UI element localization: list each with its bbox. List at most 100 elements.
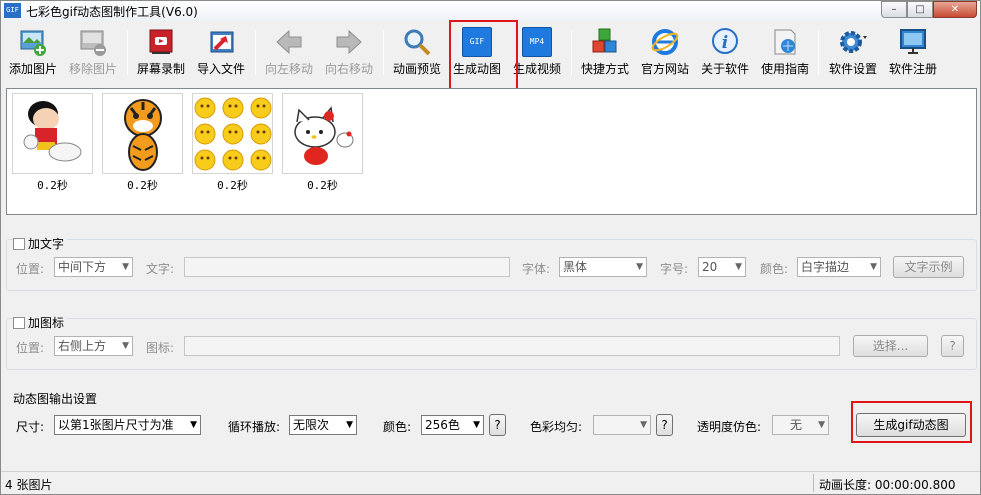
output-settings-title: 动态图输出设置 xyxy=(13,392,98,406)
chevron-down-icon: ▼ xyxy=(122,341,129,351)
text-position-select[interactable]: 中间下方 ▼ xyxy=(54,257,133,277)
arrow-left-icon xyxy=(276,29,302,55)
thumbnail-3[interactable] xyxy=(192,93,273,174)
color-balance-label: 色彩均匀: xyxy=(530,420,583,434)
import-file-button[interactable]: 导入文件 xyxy=(195,25,247,81)
toolbar-separator xyxy=(127,31,128,75)
icon-help-button[interactable]: ? xyxy=(941,335,964,357)
emoji-faces-image xyxy=(194,97,272,171)
crayon-shin-chan-image xyxy=(23,101,82,162)
screen-record-icon xyxy=(149,29,173,54)
font-size-label: 字号: xyxy=(660,262,689,276)
generate-video-button[interactable]: MP4 生成视频 xyxy=(511,25,563,81)
preview-button[interactable]: 动画预览 xyxy=(391,25,443,81)
transparency-select[interactable]: 无 ▼ xyxy=(772,415,829,435)
output-color-select[interactable]: 256色 ▼ xyxy=(421,415,484,435)
arrow-right-icon xyxy=(336,29,362,55)
gear-icon xyxy=(840,31,867,53)
thumbnail-2[interactable] xyxy=(102,93,183,174)
about-button[interactable]: i 关于软件 xyxy=(699,25,751,81)
image-count-status: 4 张图片 xyxy=(5,478,53,492)
text-position-label: 位置: xyxy=(16,262,45,276)
move-left-button[interactable]: 向左移动 xyxy=(263,25,315,81)
toolbar-label: 添加图片 xyxy=(8,62,57,76)
toolbar-label: 导入文件 xyxy=(196,62,245,76)
toolbar-label: 官方网站 xyxy=(640,62,689,76)
toolbar-separator xyxy=(818,31,819,75)
toolbar-label: 屏幕录制 xyxy=(136,62,185,76)
thumbnail-1[interactable] xyxy=(12,93,93,174)
icon-path-input[interactable] xyxy=(184,336,840,356)
text-content-input[interactable] xyxy=(184,257,510,277)
text-color-value: 白字描边 xyxy=(801,260,850,274)
toolbar-label: 软件注册 xyxy=(888,62,937,76)
font-value: 黑体 xyxy=(563,260,588,274)
minimize-button[interactable]: – xyxy=(881,1,907,18)
chevron-down-icon: ▼ xyxy=(640,420,647,430)
toolbar-label: 使用指南 xyxy=(760,62,809,76)
shortcut-button[interactable]: 快捷方式 xyxy=(579,25,631,81)
text-position-value: 中间下方 xyxy=(58,260,107,274)
settings-button[interactable]: 软件设置 xyxy=(825,25,881,81)
toolbar-label: 向左移动 xyxy=(264,62,313,76)
magnifier-icon xyxy=(404,29,431,56)
output-color-value: 256色 xyxy=(425,418,460,432)
balance-help-button[interactable]: ? xyxy=(656,414,673,436)
text-sample-button[interactable]: 文字示例 xyxy=(893,256,964,278)
chevron-down-icon: ▼ xyxy=(735,262,742,272)
text-color-select[interactable]: 白字描边 ▼ xyxy=(797,257,881,277)
output-size-label: 尺寸: xyxy=(16,420,45,434)
maximize-button[interactable]: □ xyxy=(907,1,933,18)
thumbnail-4[interactable] xyxy=(282,93,363,174)
transparency-label: 透明度仿色: xyxy=(697,420,762,434)
svg-text:i: i xyxy=(722,33,728,53)
thumbnail-caption: 0.2秒 xyxy=(127,179,158,192)
app-gif-icon: GIF xyxy=(4,3,21,18)
loop-select[interactable]: 无限次 ▼ xyxy=(289,415,357,435)
close-button[interactable]: ✕ xyxy=(933,1,977,18)
add-text-checkbox-row[interactable]: 加文字 xyxy=(13,235,68,252)
loop-value: 无限次 xyxy=(293,418,330,432)
loop-label: 循环播放: xyxy=(228,420,281,434)
output-size-select[interactable]: 以第1张图片尺寸为准 ▼ xyxy=(54,415,201,435)
add-icon-checkbox[interactable] xyxy=(13,316,25,329)
output-size-value: 以第1张图片尺寸为准 xyxy=(58,418,174,432)
mp4-icon: MP4 xyxy=(522,27,552,57)
chevron-down-icon: ▼ xyxy=(122,262,129,272)
remove-image-button[interactable]: 移除图片 xyxy=(67,25,119,81)
text-content-label: 文字: xyxy=(146,262,175,276)
add-image-icon xyxy=(20,30,46,56)
animation-duration-status: 动画长度: 00:00:00.800 xyxy=(819,478,956,492)
highlight-generate-button xyxy=(851,401,972,443)
toolbar-separator xyxy=(255,31,256,75)
screen-record-button[interactable]: 屏幕录制 xyxy=(135,25,187,81)
guide-icon xyxy=(774,29,796,55)
chevron-down-icon: ▼ xyxy=(636,262,643,272)
toolbar-separator xyxy=(383,31,384,75)
toolbar-label: 快捷方式 xyxy=(580,62,629,76)
color-balance-select[interactable]: ▼ xyxy=(593,415,651,435)
icon-position-label: 位置: xyxy=(16,341,45,355)
choose-icon-button[interactable]: 选择... xyxy=(853,335,928,357)
register-button[interactable]: 软件注册 xyxy=(887,25,939,81)
app-window: GIF 七彩色gif动态图制作工具(V6.0) – □ ✕ 添加图片 移除图片 … xyxy=(0,0,981,495)
color-help-button[interactable]: ? xyxy=(489,414,506,436)
add-text-checkbox[interactable] xyxy=(13,237,25,250)
add-icon-checkbox-row[interactable]: 加图标 xyxy=(13,314,68,331)
hello-kitty-image xyxy=(294,106,354,165)
chevron-down-icon: ▼ xyxy=(870,262,877,272)
font-select[interactable]: 黑体 ▼ xyxy=(559,257,647,277)
monitor-icon xyxy=(900,29,926,54)
chevron-down-icon: ▼ xyxy=(473,420,480,430)
title-bar: GIF 七彩色gif动态图制作工具(V6.0) – □ ✕ xyxy=(1,1,980,21)
remove-image-icon xyxy=(80,30,106,56)
move-right-button[interactable]: 向右移动 xyxy=(323,25,375,81)
official-site-button[interactable]: 官方网站 xyxy=(639,25,691,81)
image-list[interactable]: 0.2秒 0.2秒 0.2秒 0.2秒 xyxy=(6,88,977,215)
font-size-select[interactable]: 20 ▼ xyxy=(698,257,746,277)
font-size-value: 20 xyxy=(702,260,718,274)
add-image-button[interactable]: 添加图片 xyxy=(7,25,59,81)
icon-position-select[interactable]: 右侧上方 ▼ xyxy=(54,336,133,356)
cubes-icon xyxy=(592,28,617,53)
guide-button[interactable]: 使用指南 xyxy=(759,25,811,81)
